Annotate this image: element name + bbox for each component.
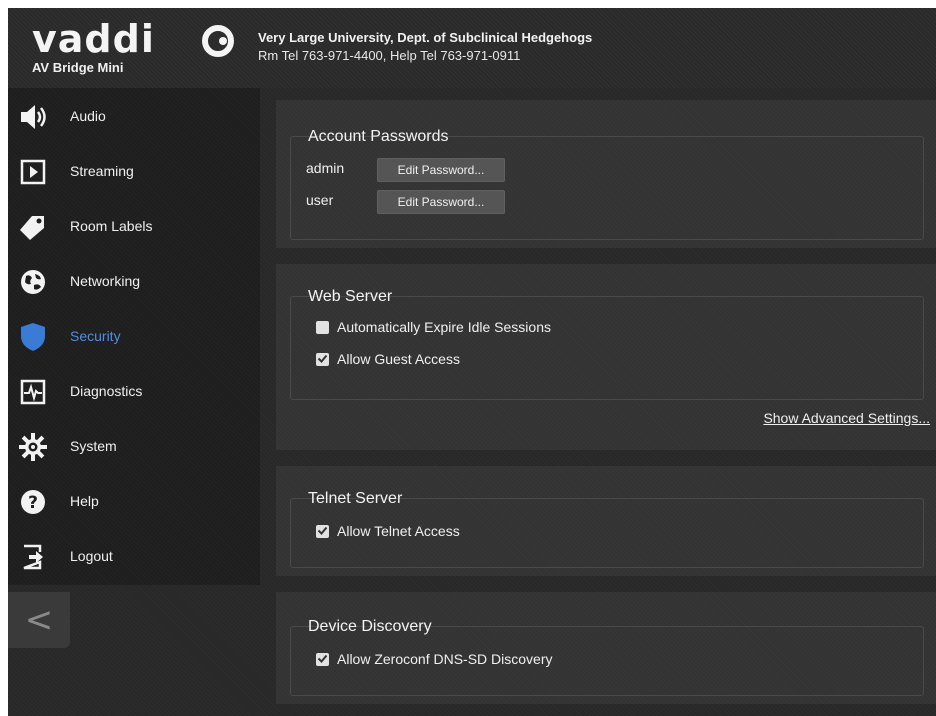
- telnet-server-title: Telnet Server: [308, 490, 403, 507]
- sidebar-item-label: Networking: [70, 273, 141, 289]
- sidebar-item-label: Diagnostics: [70, 383, 143, 399]
- sidebar-item-label: Room Labels: [70, 218, 153, 234]
- sidebar-item-label: Audio: [70, 108, 106, 124]
- pulse-icon: [18, 377, 48, 407]
- shield-icon: [18, 322, 48, 352]
- user-label: user: [306, 192, 334, 208]
- web-server-title: Web Server: [308, 288, 393, 305]
- account-passwords-title: Account Passwords: [308, 128, 449, 145]
- sidebar-item-help[interactable]: ? Help: [8, 479, 260, 533]
- device-discovery-title: Device Discovery: [308, 618, 432, 635]
- globe-icon: [18, 267, 48, 297]
- check-icon: [317, 526, 328, 535]
- gear-icon: [18, 432, 48, 462]
- sidebar-item-label: Logout: [70, 548, 113, 564]
- expire-sessions-label: Automatically Expire Idle Sessions: [337, 319, 551, 335]
- web-server-panel: Web Server Automatically Expire Idle Ses…: [276, 264, 936, 450]
- sidebar-item-diagnostics[interactable]: Diagnostics: [8, 369, 260, 423]
- svg-text:vaddi: vaddi: [32, 22, 155, 58]
- svg-text:?: ?: [28, 493, 38, 513]
- chevron-left-icon: <: [24, 600, 54, 640]
- guest-access-label: Allow Guest Access: [337, 351, 460, 367]
- edit-admin-password-button[interactable]: Edit Password...: [377, 158, 505, 182]
- checkbox-checked: [316, 352, 329, 366]
- sidebar-item-streaming[interactable]: Streaming: [8, 149, 260, 203]
- sidebar-item-room-labels[interactable]: Room Labels: [8, 204, 260, 258]
- telnet-access-label: Allow Telnet Access: [337, 523, 460, 539]
- zeroconf-checkbox[interactable]: Allow Zeroconf DNS-SD Discovery: [316, 650, 553, 668]
- admin-label: admin: [306, 160, 345, 176]
- account-passwords-fieldset: [290, 136, 924, 240]
- checkbox-checked: [316, 652, 329, 666]
- speaker-icon: [18, 102, 48, 132]
- telnet-server-panel: Telnet Server Allow Telnet Access: [276, 466, 936, 576]
- guest-access-checkbox[interactable]: Allow Guest Access: [316, 350, 460, 368]
- sidebar-item-label: Security: [70, 328, 121, 344]
- app-window: vaddi AV Bridge Mini Very Large Universi…: [8, 8, 936, 716]
- header: vaddi AV Bridge Mini Very Large Universi…: [8, 8, 936, 88]
- collapse-sidebar-button[interactable]: <: [8, 592, 70, 648]
- account-passwords-panel: Account Passwords admin Edit Password...…: [276, 100, 936, 248]
- organization-name: Very Large University, Dept. of Subclini…: [258, 30, 593, 45]
- tag-icon: [18, 212, 48, 242]
- sidebar-item-label: System: [70, 438, 117, 454]
- expire-sessions-checkbox[interactable]: Automatically Expire Idle Sessions: [316, 318, 551, 336]
- sidebar-item-logout[interactable]: Logout: [8, 534, 260, 588]
- edit-user-password-button[interactable]: Edit Password...: [377, 190, 505, 214]
- play-icon: [18, 157, 48, 187]
- logout-icon: [18, 542, 48, 572]
- contact-info: Rm Tel 763-971-4400, Help Tel 763-971-09…: [258, 48, 521, 63]
- telnet-access-checkbox[interactable]: Allow Telnet Access: [316, 522, 460, 540]
- vaddio-logo: vaddi: [32, 22, 234, 58]
- web-server-fieldset: [290, 296, 924, 400]
- sidebar: Audio Streaming Room Labels Networking S…: [8, 88, 260, 585]
- sidebar-item-system[interactable]: System: [8, 424, 260, 478]
- check-icon: [317, 354, 328, 363]
- checkbox-unchecked: [316, 320, 329, 334]
- sidebar-item-audio[interactable]: Audio: [8, 94, 260, 148]
- sidebar-item-label: Streaming: [70, 163, 134, 179]
- sidebar-item-networking[interactable]: Networking: [8, 259, 260, 313]
- device-discovery-panel: Device Discovery Allow Zeroconf DNS-SD D…: [276, 592, 936, 704]
- zeroconf-label: Allow Zeroconf DNS-SD Discovery: [337, 651, 553, 667]
- sidebar-item-label: Help: [70, 493, 99, 509]
- checkbox-checked: [316, 524, 329, 538]
- check-icon: [317, 654, 328, 663]
- sidebar-item-security[interactable]: Security: [8, 314, 260, 368]
- show-advanced-settings-link[interactable]: Show Advanced Settings...: [763, 410, 930, 426]
- question-icon: ?: [18, 487, 48, 517]
- product-name: AV Bridge Mini: [32, 60, 124, 75]
